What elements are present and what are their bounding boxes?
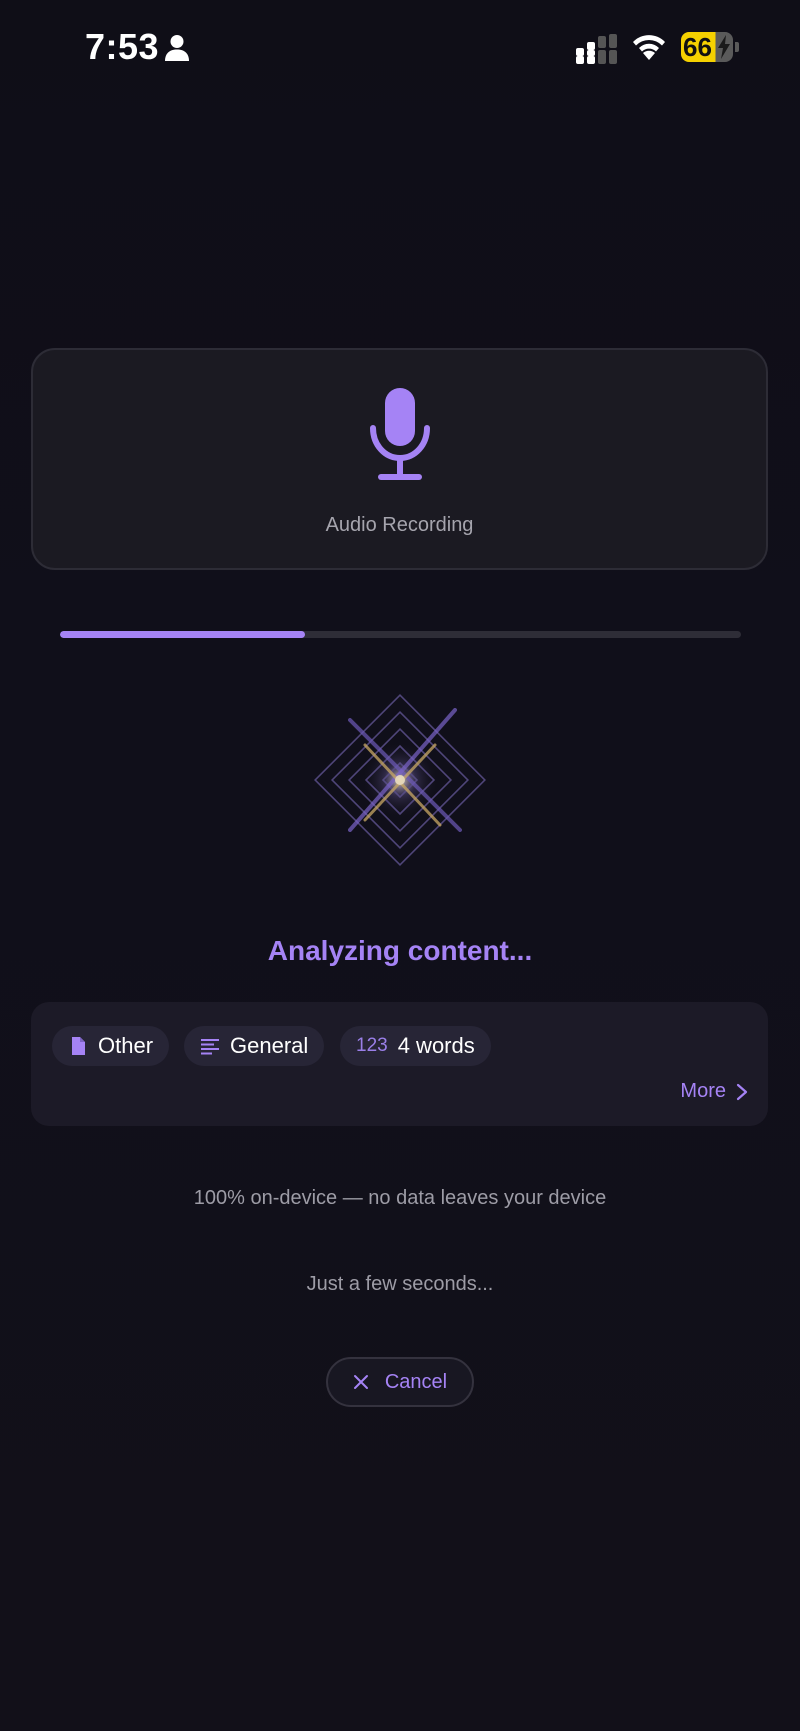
close-icon (353, 1375, 368, 1389)
source-type-label: Audio Recording (325, 514, 474, 536)
chip-style-label: General (230, 1033, 309, 1058)
charging-bolt-icon (718, 35, 730, 59)
privacy-note: 100% on-device — no data leaves your dev… (193, 1187, 607, 1209)
chevron-right-icon (736, 1083, 748, 1100)
content-meta-card: Other General 123 4 words More (31, 1002, 768, 1126)
person-icon (165, 35, 189, 61)
chip-word-count[interactable]: 123 4 words (340, 1026, 491, 1066)
processing-screen: 7:53 66 Audio Recording Analyzing conten… (0, 0, 800, 1731)
cancel-label: Cancel (384, 1370, 448, 1393)
text-lines-icon (201, 1039, 219, 1055)
more-button[interactable]: More (680, 1080, 748, 1103)
numbers-icon: 123 (356, 1035, 388, 1056)
document-icon (72, 1037, 85, 1055)
battery-cap (735, 42, 739, 52)
chip-category-label: Other (98, 1033, 154, 1058)
analysis-animation-graphic (314, 694, 486, 866)
more-label: More (680, 1080, 726, 1102)
chip-word-count-label: 4 words (397, 1033, 475, 1058)
microphone-icon (370, 388, 430, 480)
status-time: 7:53 (85, 26, 160, 67)
chip-category[interactable]: Other (52, 1026, 170, 1066)
wifi-icon (633, 35, 665, 60)
analysis-status-text: Analyzing content... (267, 935, 533, 966)
battery-body: 66 (681, 32, 733, 62)
status-bar: 7:53 66 (0, 0, 800, 95)
cellular-signal-icon (576, 34, 617, 64)
wait-note: Just a few seconds... (306, 1273, 494, 1295)
source-card: Audio Recording (31, 348, 768, 570)
cancel-button[interactable]: Cancel (326, 1357, 474, 1407)
chip-style[interactable]: General (184, 1026, 325, 1066)
progress-fill (60, 631, 306, 638)
battery-indicator: 66 (681, 32, 739, 62)
battery-level: 66 (683, 32, 712, 62)
progress-bar (60, 631, 741, 638)
